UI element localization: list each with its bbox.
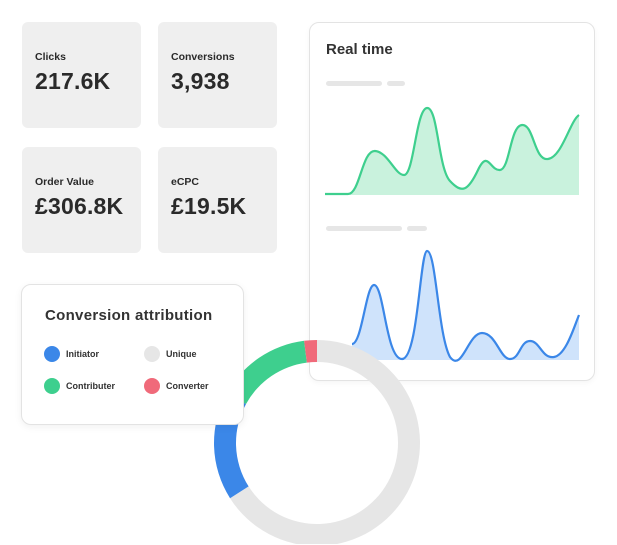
placeholder-bar [407,226,427,231]
legend-label: Contributer [66,381,115,391]
kpi-card-clicks: Clicks 217.6K [22,22,141,128]
kpi-value: 217.6K [35,68,111,94]
legend-label: Converter [166,381,209,391]
legend-item-initiator: Initiator [44,346,99,362]
kpi-label: Order Value [35,176,94,188]
attribution-card: Conversion attribution Initiator Unique … [21,284,244,425]
kpi-card-ecpc: eCPC £19.5K [158,147,277,253]
realtime-panel: Real time [309,22,595,381]
kpi-value: £306.8K [35,193,124,219]
legend-dot [44,378,60,394]
donut-slices [213,340,420,544]
placeholder-bar [326,226,402,231]
legend-label: Unique [166,349,197,359]
realtime-charts [325,81,581,362]
placeholder-bar [326,81,382,86]
legend-dot [144,378,160,394]
legend-label: Initiator [66,349,99,359]
legend-item-unique: Unique [144,346,197,362]
kpi-label: eCPC [171,176,200,188]
kpi-value: 3,938 [171,68,230,94]
placeholder-bar [387,81,405,86]
kpi-card-order-value: Order Value £306.8K [22,147,141,253]
legend-item-contributer: Contributer [44,378,115,394]
attribution-title: Conversion attribution [45,307,213,324]
legend-item-converter: Converter [144,378,209,394]
legend-dot [144,346,160,362]
kpi-card-conversions: Conversions 3,938 [158,22,277,128]
realtime-title: Real time [326,41,393,58]
kpi-label: Clicks [35,51,66,63]
legend-dot [44,346,60,362]
kpi-value: £19.5K [171,193,247,219]
kpi-label: Conversions [171,51,235,63]
